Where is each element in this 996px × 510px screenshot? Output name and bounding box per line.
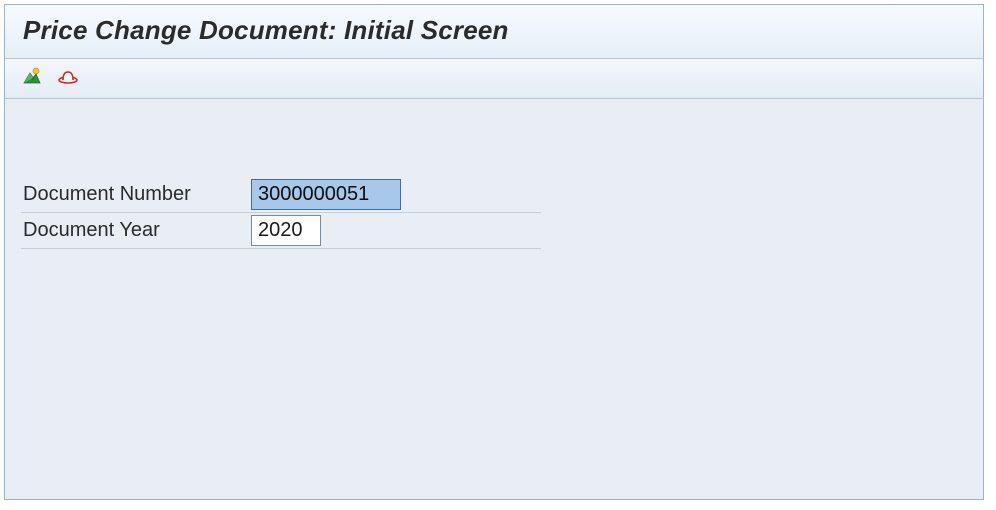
- accounting-documents-button[interactable]: [19, 66, 45, 92]
- mountain-sun-icon: [22, 66, 42, 91]
- document-year-field[interactable]: [251, 215, 321, 246]
- title-bar: Price Change Document: Initial Screen: [5, 5, 983, 59]
- document-year-row: Document Year: [21, 213, 541, 249]
- toolbar: [5, 59, 983, 99]
- content-area: Document Number Document Year: [5, 99, 983, 499]
- document-year-label: Document Year: [21, 219, 251, 242]
- page-title: Price Change Document: Initial Screen: [23, 15, 965, 46]
- original-document-button[interactable]: [55, 66, 81, 92]
- hat-icon: [57, 66, 79, 91]
- document-number-label: Document Number: [21, 183, 251, 206]
- document-number-row: Document Number: [21, 177, 541, 213]
- document-number-field[interactable]: [251, 179, 401, 210]
- window: Price Change Document: Initial Screen: [4, 4, 984, 500]
